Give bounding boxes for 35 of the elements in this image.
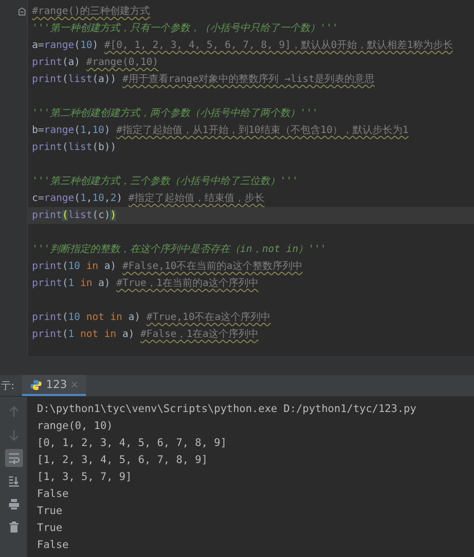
code-line: print(a) #range(0,10) [31,56,160,70]
output-line: False [37,538,70,553]
code-line: a=range(10) #[0, 1, 2, 3, 4, 5, 6, 7, 8, 9]，默认从0开始，默认相差1称为步长 [31,38,454,53]
trash-icon [8,521,20,533]
code-line: print(list(b)) [31,141,118,155]
output-line: range(0, 10) [37,419,114,434]
code-line: '''判断指定的整数，在这个序列中是否存在（in，not in）''' [31,242,328,257]
output-line: False [37,487,70,502]
code-line: #range()的三种创建方式 [31,4,152,19]
soft-wrap-icon [8,452,20,464]
code-line: '''第一种创建方式，只有一个参数，（小括号中只给了一个数）''' [31,22,340,36]
code-line: print(10 not in a) #True,10不在a这个序列中 [31,310,272,325]
printer-icon [8,498,20,510]
output-line: True [37,521,64,536]
code-line: print(1 not in a) #False，1在a这个序列中 [31,328,260,342]
code-line: c=range(1,10,2) #指定了起始值，结束值，步长 [31,192,266,206]
output-line: [1, 3, 5, 7, 9] [37,470,133,485]
up-arrow-icon [8,406,20,418]
run-label: 亍: [0,380,16,394]
code-line: b=range(1,10) #指定了起始值，从1开始，到10结束（不包含10），默认步长为1 [31,124,410,138]
code-line: print(list(a)) #用于查看range对象中的整数序列 →list是列表的意思 [31,72,376,87]
output-line: True [37,504,64,519]
code-line: '''第二种创建创建方式，两个参数（小括号中给了两个数）''' [31,106,320,121]
scroll-to-end-icon [8,475,20,487]
output-line: [1, 2, 3, 4, 5, 6, 7, 8, 9] [37,453,209,468]
output-line: [0, 1, 2, 3, 4, 5, 6, 7, 8, 9] [37,436,228,451]
down-arrow-icon [8,429,20,441]
run-tab[interactable]: 123 [22,375,86,396]
fold-icon[interactable] [18,7,26,16]
python-icon [30,378,42,390]
output-line: D:\python1\tyc\venv\Scripts\python.exe D:/python1/tyc/123.py [37,402,418,417]
code-line: print(10 in a) #False,10不在当前的a这个整数序列中 [31,260,304,274]
toolbar-button[interactable] [4,449,22,467]
code-line: '''第三种创建方式，三个参数（小括号中给了三位数）''' [31,174,300,189]
code-line: print(1 in a) #True，1在当前的a这个序列中 [31,276,260,291]
